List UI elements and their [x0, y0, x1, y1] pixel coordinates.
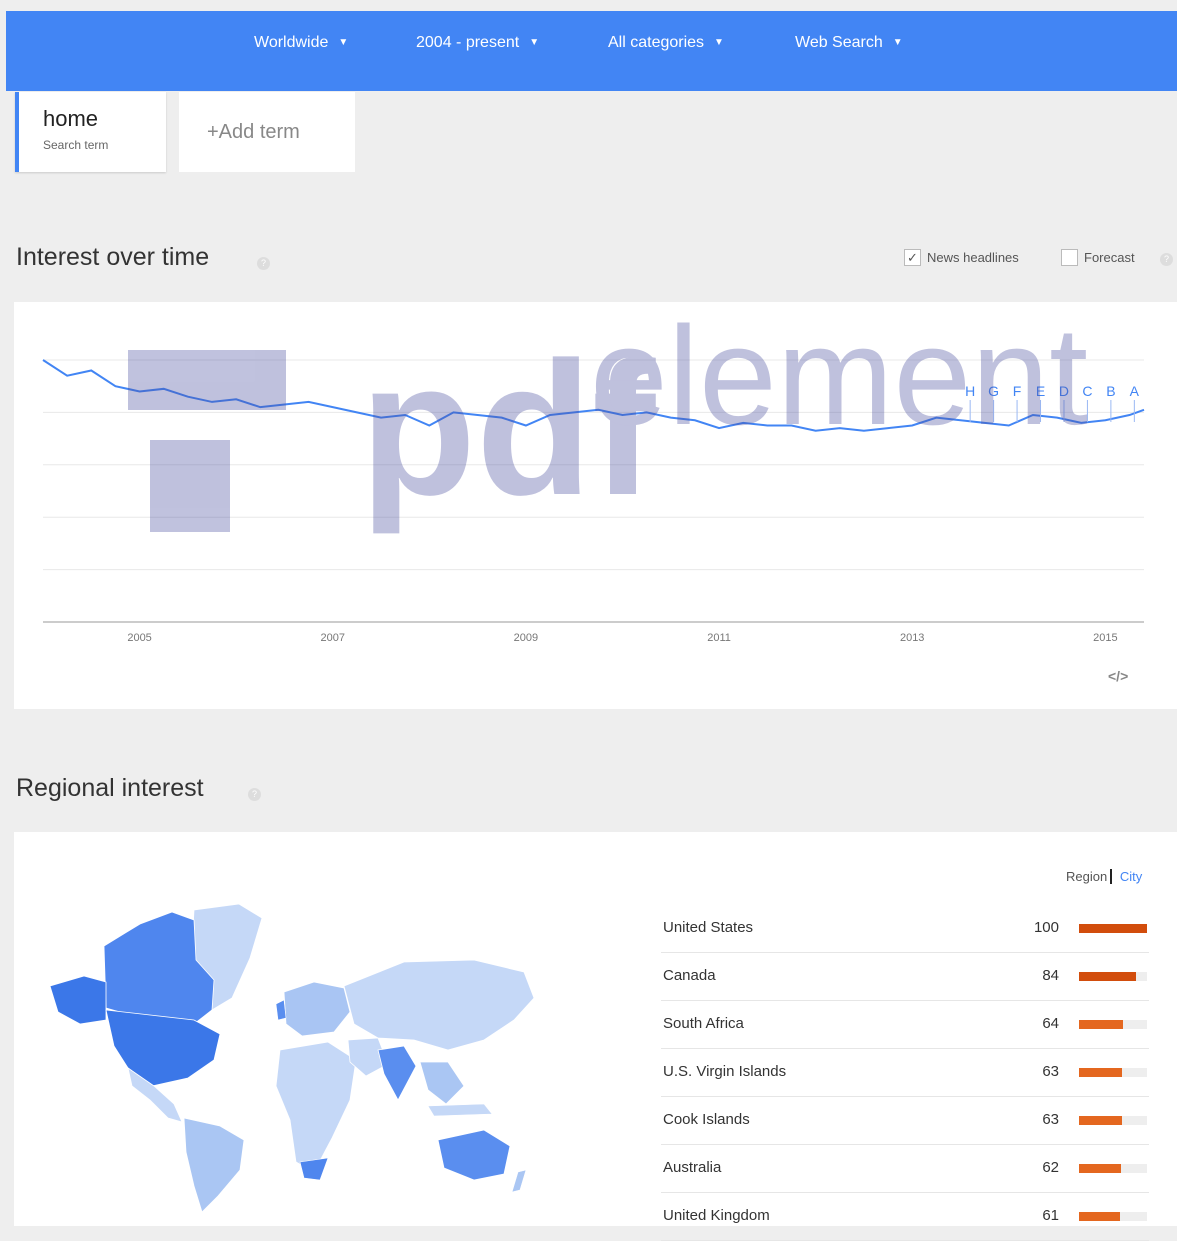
region-value: 62 — [1042, 1159, 1059, 1176]
region-name: Australia — [663, 1159, 722, 1176]
region-list: United States 100 Canada 84 South Africa 64 U.… — [661, 905, 1149, 1241]
regional-help-icon[interactable]: ? — [248, 786, 261, 804]
region-bar-track — [1079, 1020, 1147, 1029]
region-bar-track — [1079, 1212, 1147, 1221]
interest-line-chart: 2005 2007 2009 2011 2013 2015 H G F E D C B A — [42, 359, 1145, 644]
news-marker-label[interactable]: C — [1082, 383, 1092, 399]
region-name: U.S. Virgin Islands — [663, 1063, 787, 1080]
region-value: 63 — [1042, 1111, 1059, 1128]
region-row[interactable]: Cook Islands 63 — [661, 1097, 1149, 1145]
world-map[interactable] — [44, 900, 564, 1220]
region-row[interactable]: South Africa 64 — [661, 1001, 1149, 1049]
news-marker-label[interactable]: G — [988, 383, 999, 399]
news-marker-label[interactable]: H — [965, 383, 975, 399]
region-bar-track — [1079, 1068, 1147, 1077]
regional-interest-title: Regional interest — [16, 774, 204, 802]
city-toggle-button[interactable]: City — [1120, 869, 1142, 884]
x-tick-label: 2011 — [707, 632, 731, 644]
news-marker-label[interactable]: D — [1059, 383, 1069, 399]
region-bar — [1079, 1116, 1122, 1125]
x-tick-label: 2013 — [900, 632, 924, 644]
region-name: Canada — [663, 967, 716, 984]
region-bar — [1079, 1212, 1121, 1221]
region-value: 64 — [1042, 1015, 1059, 1032]
region-city-toggle: Region City — [1066, 869, 1142, 884]
region-row[interactable]: Australia 62 — [661, 1145, 1149, 1193]
region-value: 100 — [1033, 919, 1059, 936]
region-bar-track — [1079, 972, 1147, 981]
region-name: United States — [663, 919, 754, 936]
news-marker-label[interactable]: B — [1106, 383, 1115, 399]
region-bar — [1079, 972, 1137, 981]
x-tick-label: 2007 — [320, 632, 344, 644]
region-row[interactable]: United States 100 — [661, 905, 1149, 953]
x-tick-label: 2009 — [514, 632, 538, 644]
x-tick-label: 2015 — [1093, 632, 1117, 644]
region-name: United Kingdom — [663, 1207, 770, 1224]
region-bar-track — [1079, 1164, 1147, 1173]
region-row[interactable]: United Kingdom 61 — [661, 1193, 1149, 1241]
region-value: 63 — [1042, 1063, 1059, 1080]
region-bar — [1079, 1068, 1122, 1077]
embed-code-button[interactable]: </> — [1108, 668, 1128, 684]
region-row[interactable]: Canada 84 — [661, 953, 1149, 1001]
x-tick-label: 2005 — [127, 632, 151, 644]
news-marker-label[interactable]: A — [1130, 383, 1140, 399]
region-name: South Africa — [663, 1015, 744, 1032]
region-bar-track — [1079, 924, 1147, 933]
region-bar — [1079, 924, 1147, 933]
region-value: 61 — [1042, 1207, 1059, 1224]
news-marker-label[interactable]: E — [1036, 383, 1045, 399]
region-name: Cook Islands — [663, 1111, 750, 1128]
region-value: 84 — [1042, 967, 1059, 984]
series-line — [42, 359, 1145, 432]
region-toggle-button[interactable]: Region — [1066, 869, 1113, 884]
region-bar — [1079, 1164, 1122, 1173]
news-marker-label[interactable]: F — [1013, 383, 1022, 399]
region-bar-track — [1079, 1116, 1147, 1125]
region-bar — [1079, 1020, 1123, 1029]
region-row[interactable]: U.S. Virgin Islands 63 — [661, 1049, 1149, 1097]
